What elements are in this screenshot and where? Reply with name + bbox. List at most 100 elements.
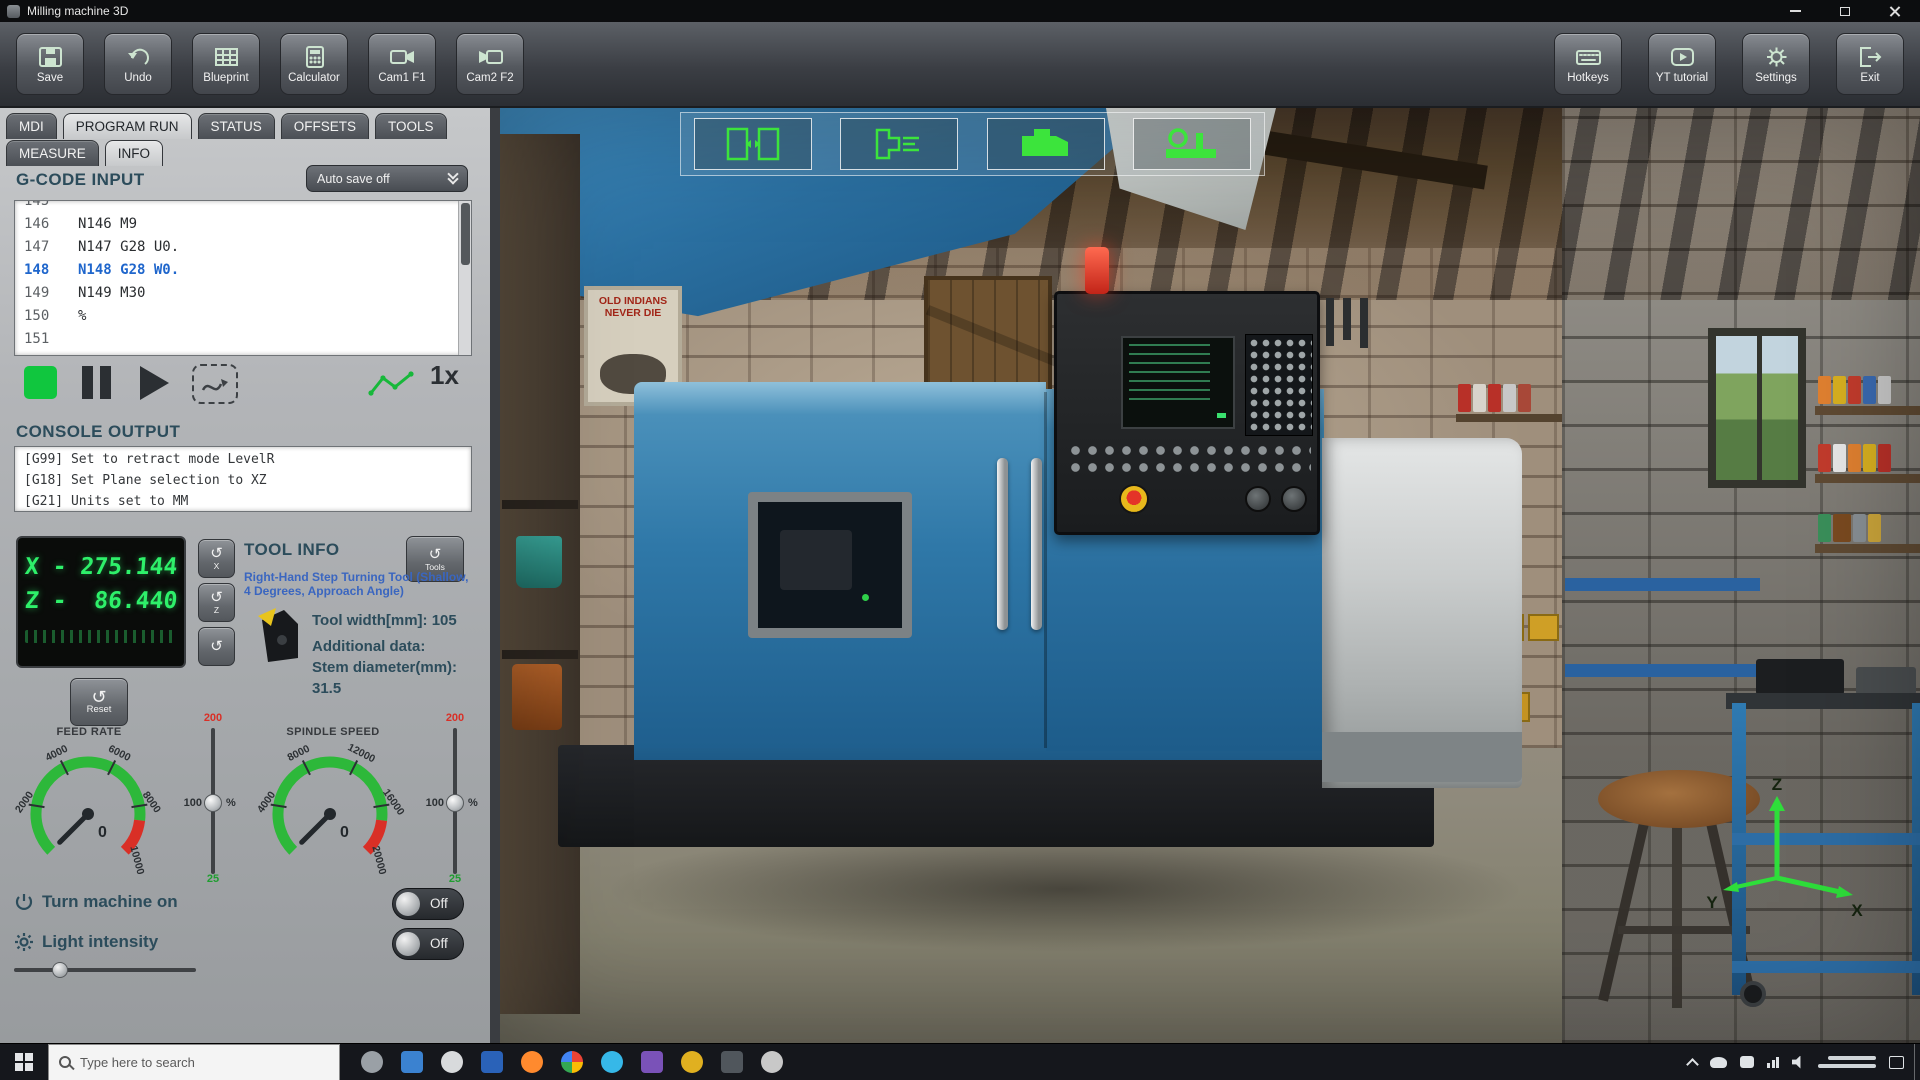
tab-info[interactable]: INFO (105, 140, 163, 166)
tray-volume-icon[interactable] (1792, 1056, 1805, 1069)
chevron-down-icon (449, 174, 457, 183)
calculator-button[interactable]: Calculator (280, 33, 348, 95)
light-toggle[interactable]: Off (392, 928, 464, 960)
view-buttons-bar (680, 112, 1265, 176)
slider-knob[interactable] (204, 794, 222, 812)
panel-knob[interactable] (1281, 486, 1307, 512)
tab-mdi[interactable]: MDI (6, 113, 57, 139)
button-label: Cam2 F2 (466, 72, 513, 84)
reset-x-button[interactable]: ↺X (198, 539, 235, 578)
slider-knob[interactable] (52, 962, 68, 978)
playback-speed-label: 1x (430, 360, 459, 391)
button-label: Blueprint (203, 72, 248, 84)
door-handle[interactable] (1031, 458, 1042, 630)
reset-arrow-icon: ↺ (210, 639, 223, 654)
tray-chevron-up-icon[interactable] (1686, 1058, 1699, 1071)
view-button-chuck[interactable] (840, 118, 958, 170)
taskbar-app-icon[interactable] (512, 1044, 552, 1080)
taskbar-app-icon[interactable] (672, 1044, 712, 1080)
taskbar-app-icon[interactable] (392, 1044, 432, 1080)
button-label: Save (37, 72, 63, 84)
save-button[interactable]: Save (16, 33, 84, 95)
emergency-stop-button[interactable] (1119, 484, 1149, 514)
scrollbar-thumb[interactable] (461, 203, 470, 265)
tray-network-icon[interactable] (1767, 1057, 1779, 1068)
taskbar-app-icon[interactable] (752, 1044, 792, 1080)
taskbar-app-icon[interactable] (432, 1044, 472, 1080)
cnc-control-panel[interactable] (1054, 291, 1320, 535)
feed-graph-button[interactable] (368, 370, 418, 403)
axis-reset-button[interactable]: ↺ (198, 627, 235, 666)
toolpath-button[interactable] (192, 364, 238, 404)
taskbar-app-icon[interactable] (632, 1044, 672, 1080)
start-button[interactable] (0, 1044, 48, 1080)
x-axis-label: X (1851, 901, 1863, 920)
exit-button[interactable]: Exit (1836, 33, 1904, 95)
camera-1-icon (389, 45, 416, 69)
system-tray (1688, 1056, 1914, 1069)
code-line: 151 (15, 328, 458, 351)
settings-button[interactable]: Settings (1742, 33, 1810, 95)
taskbar-app-icon[interactable] (352, 1044, 392, 1080)
machine-window[interactable] (748, 492, 912, 638)
cnc-button-rows[interactable] (1067, 442, 1311, 478)
tab-measure[interactable]: MEASURE (6, 140, 99, 166)
autosave-dropdown[interactable]: Auto save off (306, 165, 468, 192)
cam1-button[interactable]: Cam1 F1 (368, 33, 436, 95)
app-window: Milling machine 3D Save Undo Blueprint (0, 0, 1920, 1080)
taskbar-app-icon[interactable] (592, 1044, 632, 1080)
slider-knob[interactable] (446, 794, 464, 812)
minimize-button[interactable] (1770, 0, 1820, 22)
dro-z-readout: Z - 86.440 (24, 584, 179, 618)
taskbar-clock-area[interactable] (1818, 1056, 1876, 1068)
tab-status[interactable]: STATUS (198, 113, 275, 139)
panel-knob[interactable] (1245, 486, 1271, 512)
yt-tutorial-button[interactable]: YT tutorial (1648, 33, 1716, 95)
view-button-doors[interactable] (694, 118, 812, 170)
machine-power-row: Turn machine on (14, 892, 178, 912)
taskbar-app-icon[interactable] (472, 1044, 512, 1080)
spindle-override-slider[interactable]: 200 100 % 25 (422, 712, 488, 888)
blueprint-button[interactable]: Blueprint (192, 33, 260, 95)
cnc-keypad[interactable] (1245, 334, 1313, 436)
gcode-editor[interactable]: 145 146N146 M9 147N147 G28 U0. 148N148 G… (14, 200, 472, 356)
taskbar-app-icon[interactable] (552, 1044, 592, 1080)
tray-app-icon[interactable] (1740, 1056, 1754, 1068)
reset-z-button[interactable]: ↺Z (198, 583, 235, 622)
pause-button[interactable] (82, 366, 112, 399)
close-button[interactable] (1870, 0, 1920, 22)
undo-button[interactable]: Undo (104, 33, 172, 95)
maximize-button[interactable] (1820, 0, 1870, 22)
machine-power-toggle[interactable]: Off (392, 888, 464, 920)
view-button-top[interactable] (987, 118, 1105, 170)
tab-program-run[interactable]: PROGRAM RUN (63, 113, 192, 139)
editor-scrollbar[interactable] (458, 201, 471, 355)
lathe-side-view-icon (1160, 122, 1224, 166)
camera-2-icon (477, 45, 504, 69)
cam2-button[interactable]: Cam2 F2 (456, 33, 524, 95)
cnc-screen (1121, 336, 1235, 429)
tool-image (252, 604, 304, 668)
show-desktop-button[interactable] (1914, 1044, 1920, 1080)
tab-offsets[interactable]: OFFSETS (281, 113, 369, 139)
hotkeys-button[interactable]: Hotkeys (1554, 33, 1622, 95)
taskbar-search[interactable]: Type here to search (48, 1044, 340, 1080)
feed-rate-override-slider[interactable]: 200 100 % 25 (180, 712, 246, 888)
button-label: Settings (1755, 72, 1797, 84)
tab-tools[interactable]: TOOLS (375, 113, 447, 139)
play-button[interactable] (140, 366, 169, 400)
machine-power-label: Turn machine on (42, 892, 178, 912)
console-output-heading: CONSOLE OUTPUT (16, 422, 180, 442)
taskbar-app-icon[interactable] (712, 1044, 752, 1080)
tray-cloud-icon[interactable] (1710, 1057, 1727, 1068)
stop-button[interactable] (24, 366, 57, 399)
view-button-side[interactable] (1133, 118, 1251, 170)
light-intensity-slider[interactable] (14, 962, 196, 978)
dro-x-readout: X - 275.144 (24, 550, 179, 584)
action-center-icon[interactable] (1889, 1056, 1904, 1069)
reset-gauges-button[interactable]: ↺Reset (70, 678, 128, 726)
video-tutorial-icon (1669, 45, 1696, 69)
3d-viewport[interactable]: OLD INDIANS NEVER DIE (500, 108, 1920, 1043)
power-icon (14, 892, 34, 912)
door-handle[interactable] (997, 458, 1008, 630)
